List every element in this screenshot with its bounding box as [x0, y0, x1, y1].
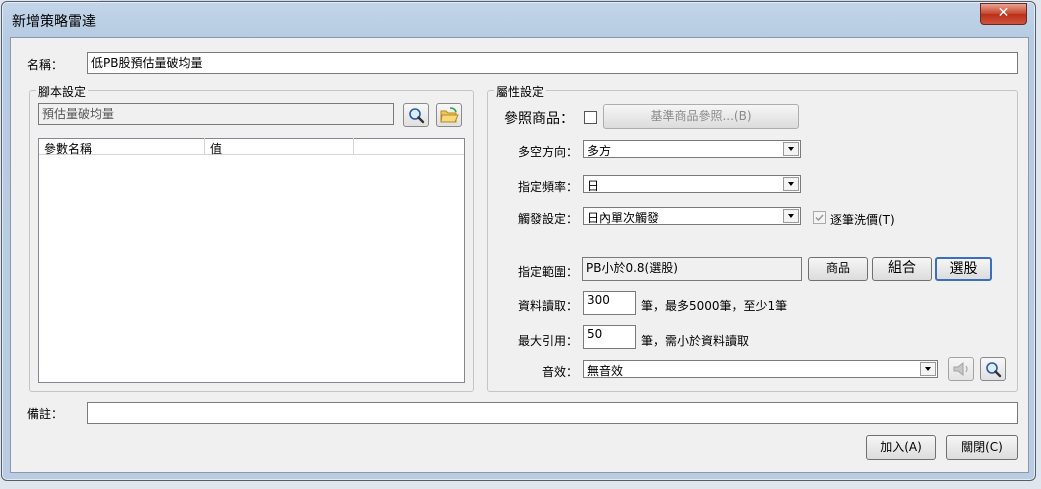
direction-value: 多方 [587, 144, 612, 158]
open-folder-button[interactable] [436, 103, 462, 127]
chevron-down-icon [920, 362, 936, 376]
column-header-param-name[interactable]: 參數名稱 [44, 140, 92, 157]
frequency-value: 日 [587, 179, 600, 193]
sound-label: 音效： [542, 365, 579, 379]
checkmark-icon [815, 214, 824, 222]
dialog-window: 新增策略雷達 ✕ 名稱： 低PB股預估量破均量 腳本設定 預估量破均量 參數名稱… [1, 1, 1036, 481]
parameter-list[interactable]: 參數名稱 值 [38, 138, 465, 383]
reference-product-checkbox[interactable] [584, 111, 597, 124]
reference-product-label: 參照商品： [504, 111, 574, 127]
range-portfolio-button[interactable]: 組合 [872, 257, 932, 281]
title-bar: 新增策略雷達 ✕ [2, 2, 1035, 36]
chevron-down-icon [783, 177, 799, 191]
range-product-button[interactable]: 商品 [808, 257, 868, 281]
dialog-title: 新增策略雷達 [12, 14, 96, 30]
tick-refresh-label: 逐筆洗價(T) [830, 213, 895, 227]
frequency-label: 指定頻率： [518, 180, 579, 194]
play-sound-button[interactable] [948, 357, 974, 381]
trigger-select[interactable]: 日內單次觸發 [583, 207, 801, 225]
parameter-list-header: 參數名稱 值 [39, 138, 464, 157]
data-read-note: 筆，最多5000筆，至少1筆 [641, 299, 788, 313]
magnifier-icon [409, 108, 425, 124]
magnifier-icon [986, 362, 1002, 378]
script-settings-group: 腳本設定 預估量破均量 參數名稱 值 [29, 83, 474, 392]
script-settings-title: 腳本設定 [36, 83, 89, 100]
note-input[interactable] [87, 402, 1018, 424]
max-reference-label: 最大引用： [518, 334, 579, 348]
note-label: 備註： [27, 407, 64, 421]
add-button[interactable]: 加入(A) [866, 435, 936, 460]
base-product-reference-button[interactable]: 基準商品參照...(B) [603, 104, 799, 129]
column-divider [353, 138, 354, 154]
chevron-down-icon [783, 209, 799, 223]
close-button[interactable]: 關閉(C) [946, 435, 1018, 460]
search-script-button[interactable] [403, 103, 429, 127]
tick-refresh-checkbox[interactable] [813, 211, 826, 224]
sound-select[interactable]: 無音效 [583, 360, 938, 378]
sound-value: 無音效 [587, 364, 624, 378]
name-label: 名稱： [27, 58, 64, 72]
browse-sound-button[interactable] [980, 357, 1006, 381]
folder-icon [440, 107, 459, 123]
range-label: 指定範圍： [518, 265, 579, 279]
chevron-down-icon [783, 142, 799, 156]
column-header-value[interactable]: 值 [210, 140, 222, 157]
attribute-settings-group: 屬性設定 參照商品： 基準商品參照...(B) 多空方向： 多方 指定頻率： 日… [487, 83, 1018, 392]
frequency-select[interactable]: 日 [583, 175, 801, 193]
range-screener-button[interactable]: 選股 [935, 257, 992, 281]
trigger-value: 日內單次觸發 [587, 211, 660, 225]
direction-select[interactable]: 多方 [583, 140, 801, 158]
range-field: PB小於0.8(選股) [582, 257, 802, 281]
trigger-label: 觸發設定： [518, 212, 579, 226]
dialog-body: 名稱： 低PB股預估量破均量 腳本設定 預估量破均量 參數名稱 值 屬性設定 參… [10, 37, 1029, 473]
attribute-settings-title: 屬性設定 [494, 83, 547, 100]
data-read-label: 資料讀取： [518, 299, 579, 313]
name-input[interactable]: 低PB股預估量破均量 [87, 52, 1018, 74]
speaker-icon [953, 361, 968, 377]
direction-label: 多空方向： [518, 145, 579, 159]
max-reference-note: 筆，需小於資料讀取 [641, 334, 750, 348]
close-icon: ✕ [997, 5, 1010, 21]
max-reference-input[interactable]: 50 [583, 325, 636, 349]
script-name-field: 預估量破均量 [38, 103, 394, 125]
column-divider [204, 138, 205, 154]
data-read-input[interactable]: 300 [583, 291, 636, 315]
close-window-button[interactable]: ✕ [980, 3, 1027, 25]
